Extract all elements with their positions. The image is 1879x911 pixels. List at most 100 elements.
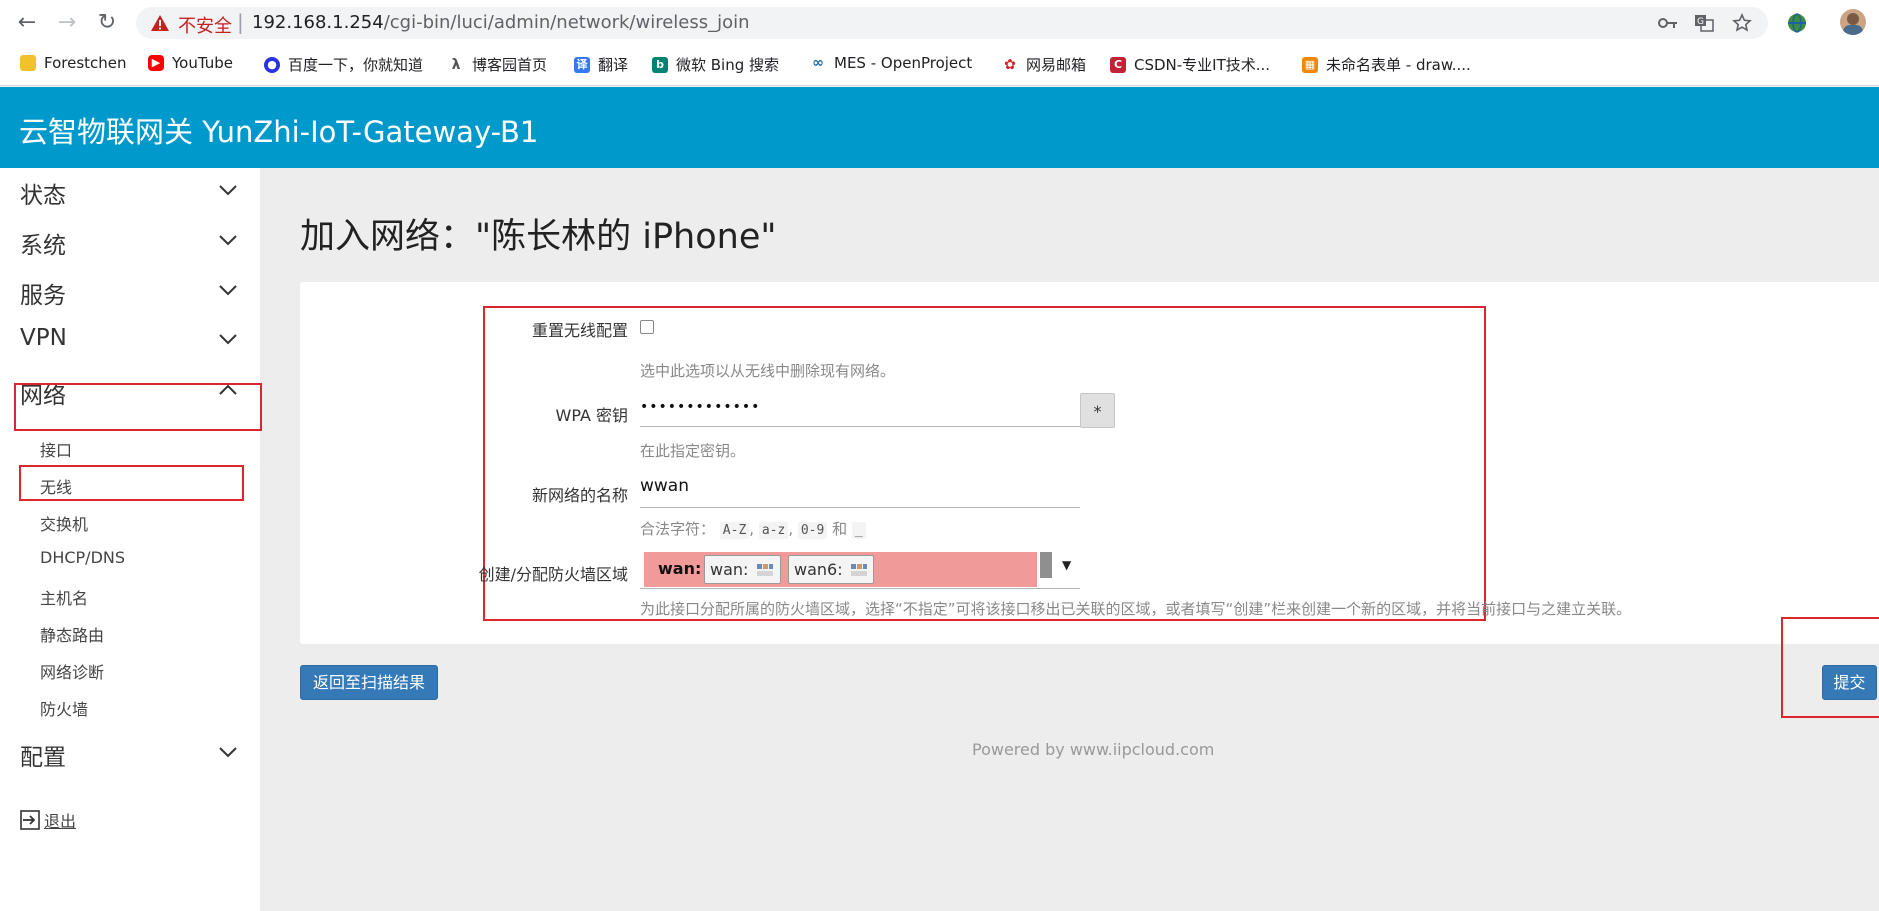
chevron-down-icon [219,285,237,296]
help-code-az: A-Z [719,522,750,539]
footer-powered-by: Powered by www.iipcloud.com [972,740,1215,759]
sidebar-item-diagnostics[interactable]: 网络诊断 [40,659,104,683]
sidebar-item-hostnames[interactable]: 主机名 [40,585,88,609]
wpa-key-input[interactable]: ••••••••••••• [640,395,1080,427]
help-code-digits: 0-9 [797,522,828,539]
back-to-scan-button[interactable]: 返回至扫描结果 [300,665,438,700]
help-and: 和 [832,520,848,538]
reload-icon[interactable]: ↻ [92,8,122,38]
network-name-help: 合法字符： A-Z, a-z, 0-9 和 _ [640,518,866,539]
chevron-down-icon [219,235,237,246]
sidebar: 状态 系统 服务 VPN 网络 接口 无线 交换机 DHCP/DNS 主机名 静… [0,168,262,911]
drawio-icon: ▦ [1302,56,1318,73]
bookmark-label: 翻译 [598,56,629,74]
bookmarks-bar: Forestchen ▶ YouTube ● 百度一下，你就知道 λ 博客园首页… [0,50,1879,80]
zone-chip-wan6: wan6: [788,555,874,584]
bookmark-star-icon[interactable] [1732,13,1752,33]
bookmark-openproject[interactable]: ∞ MES - OpenProject [810,54,972,72]
logout-icon [20,810,40,830]
page-title: 加入网络："陈长林的 iPhone" [300,217,777,257]
url-host: 192.168.1.254 [252,12,384,33]
bookmark-label: 未命名表单 - draw.... [1326,56,1471,74]
bookmark-label: 百度一下，你就知道 [288,56,424,74]
address-bar[interactable]: 不安全 | 192.168.1.254/cgi-bin/luci/admin/n… [136,7,1768,39]
network-name-input[interactable]: wwan [640,476,1080,508]
translate-icon[interactable]: G [1694,14,1714,32]
sidebar-menu-services[interactable]: 服务 [0,268,260,314]
openproject-icon: ∞ [810,55,826,71]
bookmark-bing[interactable]: b 微软 Bing 搜索 [652,54,779,75]
reset-label: 重置无线配置 [531,321,628,340]
network-name-label: 新网络的名称 [531,486,628,505]
bookmark-label: MES - OpenProject [834,54,973,72]
sidebar-menu-label: 配置 [20,745,66,771]
bookmark-label: 博客园首页 [472,56,548,74]
forward-arrow-icon[interactable]: → [52,8,82,38]
extension-globe-icon[interactable] [1786,12,1808,34]
bookmark-163mail[interactable]: ✿ 网易邮箱 [1002,54,1086,75]
bookmark-csdn[interactable]: C CSDN-专业IT技术... [1110,54,1270,75]
sidebar-item-static-routes[interactable]: 静态路由 [40,622,104,646]
network-menu-highlight [14,383,262,431]
zone-select-scrollbar[interactable] [1040,552,1052,578]
firewall-zone-label: 创建/分配防火墙区域 [478,565,628,584]
reset-help: 选中此选项以从无线中删除现有网络。 [640,362,896,380]
sidebar-menu-label: 服务 [20,283,66,309]
app-header: 云智物联网关 YunZhi-IoT-Gateway-B1 [0,87,1879,168]
firewall-zone-select[interactable]: wan: wan: wan6: [644,552,1037,587]
help-prefix: 合法字符： [640,520,716,538]
sidebar-menu-label: 状态 [20,183,66,209]
bookmark-youtube[interactable]: ▶ YouTube [148,54,233,72]
network-interfaces-icon [756,564,773,576]
dropdown-arrow-icon[interactable]: ▼ [1062,558,1071,572]
firewall-zone-help: 为此接口分配所属的防火墙区域，选择“不指定”可将该接口移出已关联的区域，或者填写… [640,600,1632,618]
sidebar-menu-label: 系统 [20,233,66,259]
sidebar-menu-system[interactable]: 系统 [0,218,260,264]
url-text[interactable]: 192.168.1.254/cgi-bin/luci/admin/network… [252,12,750,33]
sidebar-item-dhcp-dns[interactable]: DHCP/DNS [40,548,125,567]
wpa-key-help: 在此指定密钥。 [640,442,746,460]
bookmark-cnblogs[interactable]: λ 博客园首页 [448,54,547,75]
profile-avatar[interactable] [1840,9,1866,35]
cnblogs-icon: λ [448,56,464,73]
logout-label: 退出 [44,812,77,831]
sidebar-item-switch[interactable]: 交换机 [40,511,88,535]
bookmark-baidu[interactable]: ● 百度一下，你就知道 [264,54,423,75]
reveal-password-button[interactable]: * [1080,393,1115,428]
back-arrow-icon[interactable]: ← [12,8,42,38]
zone-chip-wan: wan: [704,555,781,584]
insecure-label: 不安全 [178,16,232,37]
submit-highlight [1781,617,1879,718]
zone-selected: wan: [658,559,702,578]
sidebar-item-firewall[interactable]: 防火墙 [40,696,88,720]
bookmark-translate[interactable]: 译 翻译 [574,54,628,75]
sidebar-menu-label: VPN [20,325,67,351]
chevron-down-icon [219,185,237,196]
key-icon[interactable] [1658,15,1678,31]
bookmark-label: 网易邮箱 [1026,56,1087,74]
bookmark-label: YouTube [172,54,233,72]
app-title: 云智物联网关 YunZhi-IoT-Gateway-B1 [19,115,539,149]
chevron-down-icon [219,747,237,758]
svg-text:G: G [1697,17,1704,27]
reset-checkbox[interactable] [640,320,654,334]
help-code-lower-az: a-z [758,522,789,539]
network-interfaces-icon [850,564,867,576]
baidu-paw-icon: ● [264,56,280,73]
netease-icon: ✿ [1002,56,1018,73]
warning-icon [151,15,169,31]
zone-chip-label: wan6: [794,560,843,579]
bookmark-drawio[interactable]: ▦ 未命名表单 - draw.... [1302,54,1471,75]
sidebar-menu-vpn[interactable]: VPN [0,317,260,363]
sidebar-menu-config[interactable]: 配置 [0,730,260,776]
bookmark-label: CSDN-专业IT技术... [1134,56,1271,74]
translate-app-icon: 译 [574,56,590,73]
sidebar-menu-status[interactable]: 状态 [0,168,260,214]
bing-icon: b [652,56,668,73]
logout-link[interactable]: 退出 [20,808,76,832]
sidebar-item-interfaces[interactable]: 接口 [40,437,72,461]
bookmark-forestchen[interactable]: Forestchen [20,54,127,72]
zone-underline [640,588,1080,589]
help-code-underscore: _ [851,522,866,539]
chevron-down-icon [219,334,237,345]
